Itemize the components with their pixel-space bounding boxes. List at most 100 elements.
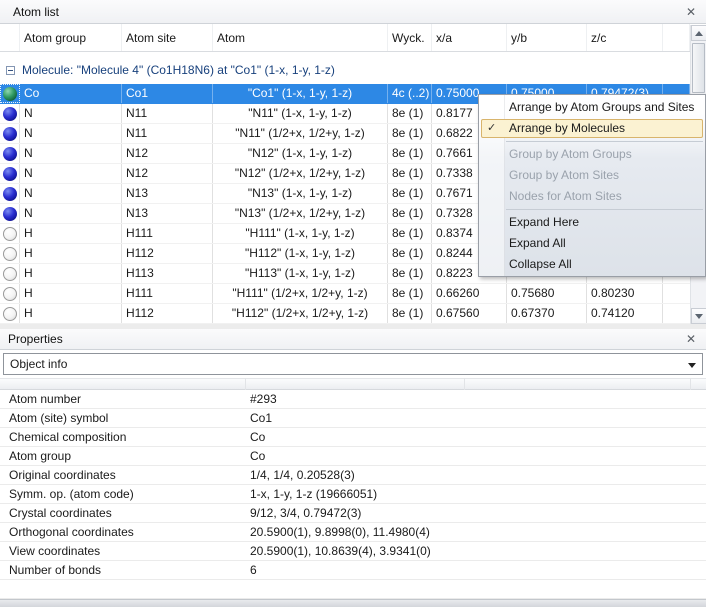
property-value: Co xyxy=(245,428,706,446)
cell-group: N xyxy=(20,204,122,223)
property-row: Chemical compositionCo xyxy=(0,428,706,447)
header-wyck[interactable]: Wyck. xyxy=(388,24,432,51)
scroll-up-icon[interactable] xyxy=(691,25,706,41)
cell-wyck: 8e (1) xyxy=(388,164,432,183)
application-window: Atom list ✕ Atom group Atom site Atom Wy… xyxy=(0,0,706,607)
menu-item: Group by Atom Groups xyxy=(479,144,705,165)
property-value: 20.5900(1), 9.8998(0), 11.4980(4) xyxy=(245,523,706,541)
table-row[interactable]: HH112"H112" (1/2+x, 1/2+y, 1-z)8e (1)0.6… xyxy=(0,304,690,324)
property-row: Atom (site) symbolCo1 xyxy=(0,409,706,428)
properties-title: Properties xyxy=(0,332,63,346)
cell-spare xyxy=(663,284,690,303)
cell-wyck: 8e (1) xyxy=(388,104,432,123)
n-sphere-icon xyxy=(3,147,17,161)
cell-site: H111 xyxy=(122,284,213,303)
header-xa[interactable]: x/a xyxy=(432,24,507,51)
cell-site: H112 xyxy=(122,244,213,263)
cell-wyck: 4c (..2) xyxy=(388,84,432,103)
cell-wyck: 8e (1) xyxy=(388,264,432,283)
cell-group: N xyxy=(20,144,122,163)
property-value: 9/12, 3/4, 0.79472(3) xyxy=(245,504,706,522)
property-value: 1/4, 1/4, 0.20528(3) xyxy=(245,466,706,484)
cell-site: H113 xyxy=(122,264,213,283)
table-row[interactable]: HH111"H111" (1/2+x, 1/2+y, 1-z)8e (1)0.6… xyxy=(0,284,690,304)
header-zc[interactable]: z/c xyxy=(587,24,663,51)
cell-wyck: 8e (1) xyxy=(388,224,432,243)
menu-item-label: Nodes for Atom Sites xyxy=(509,189,622,203)
header-atom-site[interactable]: Atom site xyxy=(122,24,213,51)
property-value: 6 xyxy=(245,561,706,579)
menu-item[interactable]: ✓Arrange by Molecules xyxy=(479,118,705,139)
n-sphere-icon xyxy=(3,167,17,181)
cell-group: H xyxy=(20,224,122,243)
cell-group: N xyxy=(20,164,122,183)
molecule-group-row[interactable]: Molecule: "Molecule 4" (Co1H18N6) at "Co… xyxy=(0,56,690,84)
cell-atom: "H112" (1-x, 1-y, 1-z) xyxy=(213,244,388,263)
header-atom[interactable]: Atom xyxy=(213,24,388,51)
atom-table-header: Atom group Atom site Atom Wyck. x/a y/b … xyxy=(0,24,690,52)
atom-icon-cell xyxy=(0,124,20,143)
atom-icon-cell xyxy=(0,284,20,303)
header-atom-group[interactable]: Atom group xyxy=(20,24,122,51)
checkmark-icon: ✓ xyxy=(487,118,496,138)
property-value: 20.5900(1), 10.8639(4), 3.9341(0) xyxy=(245,542,706,560)
close-icon[interactable]: ✕ xyxy=(683,331,699,347)
cell-yb: 0.67370 xyxy=(507,304,587,323)
menu-item[interactable]: Collapse All xyxy=(479,254,705,275)
menu-item[interactable]: Expand Here xyxy=(479,212,705,233)
property-label xyxy=(0,580,245,598)
cell-atom: "Co1" (1-x, 1-y, 1-z) xyxy=(213,84,388,103)
cell-group: H xyxy=(20,264,122,283)
cell-group: H xyxy=(20,284,122,303)
cell-site: N12 xyxy=(122,164,213,183)
menu-item[interactable]: Expand All xyxy=(479,233,705,254)
scrollbar-thumb[interactable] xyxy=(692,43,705,93)
property-value: 1-x, 1-y, 1-z (19666051) xyxy=(245,485,706,503)
cell-xa: 0.67560 xyxy=(432,304,507,323)
menu-item[interactable]: Arrange by Atom Groups and Sites xyxy=(479,97,705,118)
molecule-group-label: Molecule: "Molecule 4" (Co1H18N6) at "Co… xyxy=(22,63,335,77)
cell-wyck: 8e (1) xyxy=(388,204,432,223)
menu-item-label: Group by Atom Groups xyxy=(509,147,632,161)
cell-site: N12 xyxy=(122,144,213,163)
scroll-down-icon[interactable] xyxy=(691,308,706,324)
atom-icon-cell xyxy=(0,244,20,263)
cell-site: N11 xyxy=(122,124,213,143)
property-value xyxy=(245,580,706,598)
properties-panel: Properties ✕ Object info Atom number#293… xyxy=(0,329,706,607)
cell-atom: "N11" (1/2+x, 1/2+y, 1-z) xyxy=(213,124,388,143)
cell-atom: "H111" (1/2+x, 1/2+y, 1-z) xyxy=(213,284,388,303)
atom-icon-cell xyxy=(0,104,20,123)
collapse-minus-icon[interactable] xyxy=(6,66,15,75)
properties-grid-header xyxy=(0,378,706,390)
context-menu-items: Arrange by Atom Groups and Sites ✓Arrange… xyxy=(479,97,705,275)
close-icon[interactable]: ✕ xyxy=(683,4,699,20)
property-label: Original coordinates xyxy=(0,466,245,484)
properties-view-select[interactable]: Object info xyxy=(3,353,703,375)
context-menu: Arrange by Atom Groups and Sites ✓Arrange… xyxy=(478,94,706,277)
properties-rows: Atom number#293Atom (site) symbolCo1Chem… xyxy=(0,390,706,599)
property-label: Orthogonal coordinates xyxy=(0,523,245,541)
properties-titlebar: Properties ✕ xyxy=(0,329,706,350)
property-row: Atom groupCo xyxy=(0,447,706,466)
cell-yb: 0.75680 xyxy=(507,284,587,303)
bottom-strip xyxy=(0,599,706,607)
property-value: Co xyxy=(245,447,706,465)
h-sphere-icon xyxy=(3,307,17,321)
menu-item-label: Collapse All xyxy=(509,257,572,271)
header-yb[interactable]: y/b xyxy=(507,24,587,51)
menu-item-label: Arrange by Atom Groups and Sites xyxy=(509,100,694,114)
property-label: Crystal coordinates xyxy=(0,504,245,522)
atom-icon-cell xyxy=(0,184,20,203)
cell-wyck: 8e (1) xyxy=(388,184,432,203)
property-label: Atom (site) symbol xyxy=(0,409,245,427)
cell-site: Co1 xyxy=(122,84,213,103)
cell-site: N11 xyxy=(122,104,213,123)
header-spare xyxy=(663,24,690,51)
property-row: Symm. op. (atom code)1-x, 1-y, 1-z (1966… xyxy=(0,485,706,504)
cell-group: N xyxy=(20,184,122,203)
cell-wyck: 8e (1) xyxy=(388,284,432,303)
property-label: View coordinates xyxy=(0,542,245,560)
atom-icon-cell xyxy=(0,204,20,223)
cell-site: H112 xyxy=(122,304,213,323)
